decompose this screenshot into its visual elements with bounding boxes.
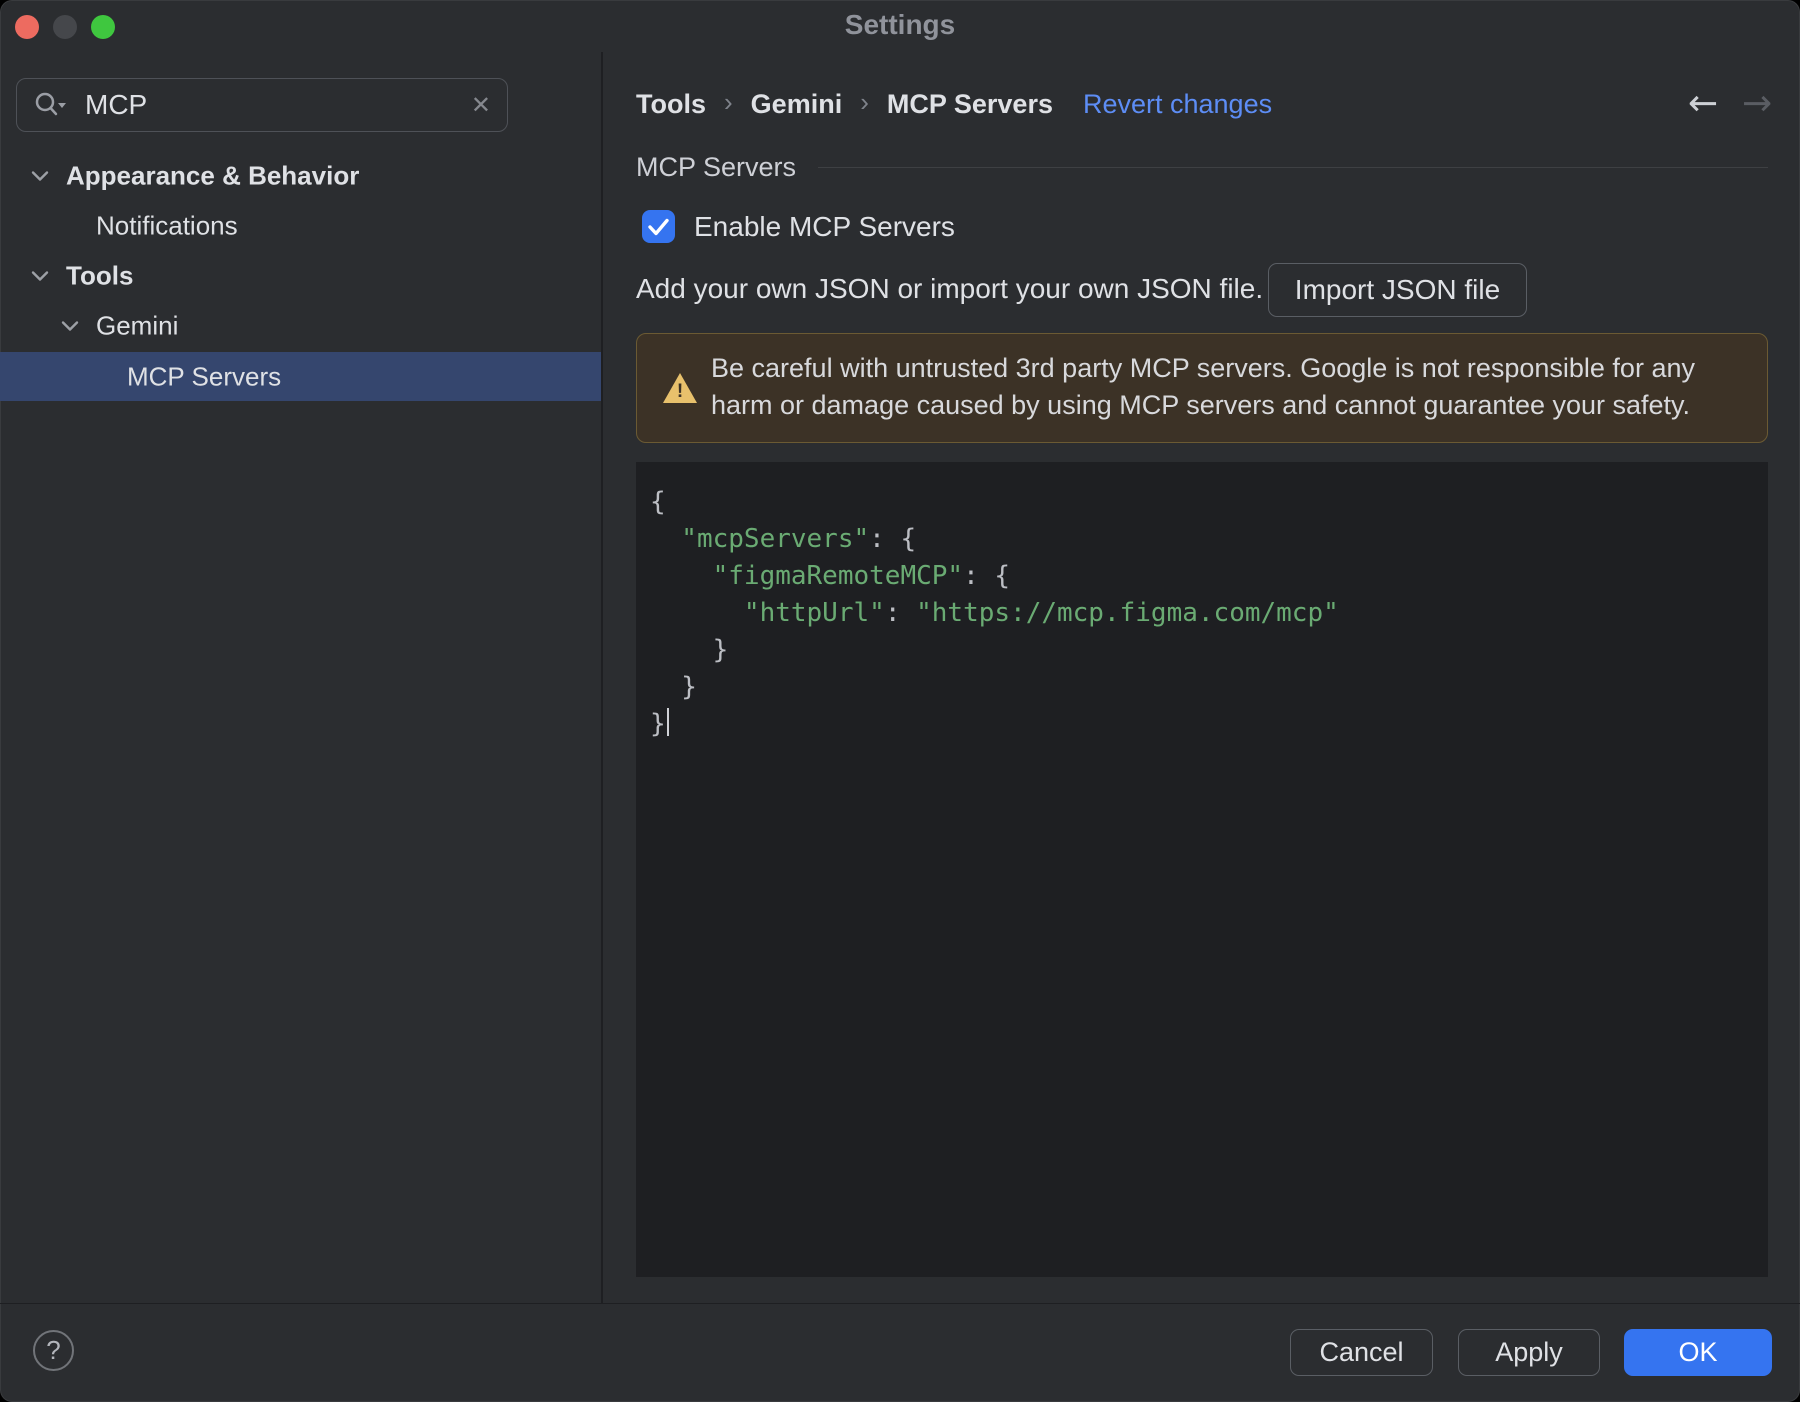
text-caret [666,708,669,736]
clear-search-icon[interactable]: ✕ [471,91,491,119]
back-arrow-icon[interactable]: ← [1688,84,1718,124]
chevron-down-icon[interactable] [31,171,49,182]
warning-banner: ! Be careful with untrusted 3rd party MC… [636,333,1768,443]
code-line: } [650,635,729,665]
code-line: "mcpServers": { [650,524,917,554]
enable-mcp-servers-label: Enable MCP Servers [694,210,955,242]
enable-mcp-servers-row: Enable MCP Servers [642,210,955,243]
enable-mcp-servers-checkbox[interactable] [642,210,675,243]
code-line: "httpUrl": "https://mcp.figma.com/mcp" [650,598,1339,628]
section-header: MCP Servers [636,152,1768,183]
forward-arrow-icon[interactable]: → [1742,84,1772,124]
code-line: } [650,672,697,702]
code-line: { [650,487,666,517]
titlebar: Settings [0,0,1800,52]
apply-button[interactable]: Apply [1458,1329,1600,1376]
code-line: } [650,706,1768,743]
sidebar-item-gemini[interactable]: Gemini [0,301,601,351]
ok-button[interactable]: OK [1624,1329,1772,1376]
settings-window: Settings ✕ Appearance & Behavior Notific… [0,0,1800,1402]
mcp-json-editor[interactable]: { "mcpServers": { "figmaRemoteMCP": { "h… [636,462,1768,1277]
section-title: MCP Servers [636,152,797,182]
search-input[interactable] [83,88,471,122]
footer-divider [0,1303,1800,1304]
sidebar-item-appearance-behavior[interactable]: Appearance & Behavior [0,151,601,201]
sidebar-item-tools[interactable]: Tools [0,251,601,301]
chevron-down-icon[interactable] [61,321,79,332]
chevron-down-icon[interactable] [31,271,49,282]
breadcrumb-gemini[interactable]: Gemini [751,89,843,120]
warning-icon: ! [663,373,697,403]
breadcrumb-mcp-servers: MCP Servers [886,88,1053,119]
sidebar-divider [601,52,603,1303]
breadcrumb-tools[interactable]: Tools [636,89,706,120]
sidebar-item-label: Tools [66,260,134,291]
cancel-button[interactable]: Cancel [1290,1329,1433,1376]
sidebar-item-label: Gemini [96,310,179,341]
import-hint-text: Add your own JSON or import your own JSO… [636,273,1264,304]
search-icon [33,91,67,119]
section-rule [818,167,1768,168]
warning-text: Be careful with untrusted 3rd party MCP … [711,353,1695,420]
sidebar-item-mcp-servers[interactable]: MCP Servers [0,352,601,401]
breadcrumb-separator-icon: › [724,87,733,117]
revert-changes-link[interactable]: Revert changes [1083,89,1272,120]
sidebar-item-label: Appearance & Behavior [66,160,360,191]
sidebar-item-label: Notifications [96,210,238,241]
help-button[interactable]: ? [33,1330,74,1371]
question-mark-icon: ? [46,1335,61,1365]
checkmark-icon [648,218,669,235]
sidebar-item-label: MCP Servers [127,361,282,391]
settings-search-field[interactable]: ✕ [16,78,508,132]
breadcrumb-separator-icon: › [860,87,869,117]
code-line: "figmaRemoteMCP": { [650,561,1011,591]
window-title: Settings [844,9,956,40]
breadcrumb: Tools › Gemini › MCP Servers Revert chan… [636,84,1272,124]
import-json-file-button[interactable]: Import JSON file [1268,263,1527,317]
sidebar-item-notifications[interactable]: Notifications [0,201,601,251]
